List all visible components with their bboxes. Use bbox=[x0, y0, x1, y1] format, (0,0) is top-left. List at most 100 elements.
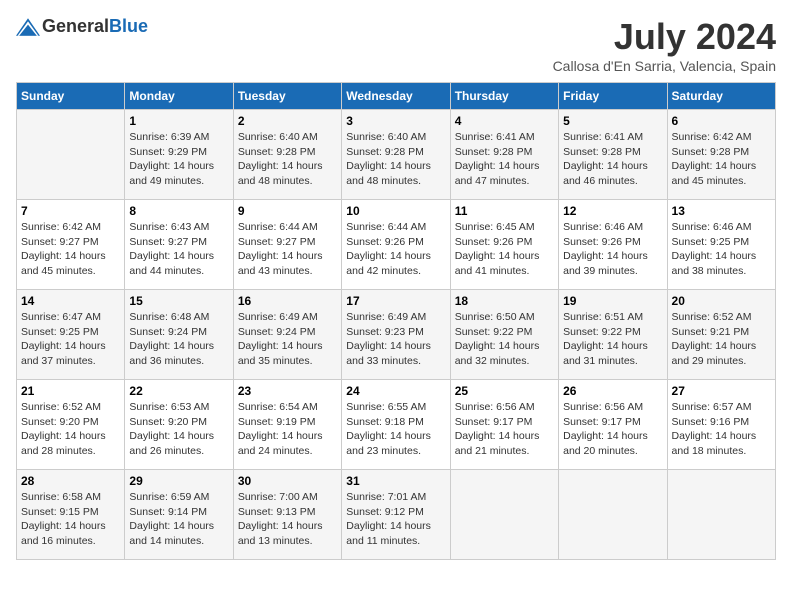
cell-content: Sunrise: 6:42 AMSunset: 9:27 PMDaylight:… bbox=[21, 220, 120, 279]
day-number: 18 bbox=[455, 294, 554, 308]
day-number: 15 bbox=[129, 294, 228, 308]
cell-content: Sunrise: 6:44 AMSunset: 9:27 PMDaylight:… bbox=[238, 220, 337, 279]
calendar-cell bbox=[559, 470, 667, 560]
day-number: 17 bbox=[346, 294, 445, 308]
cell-content: Sunrise: 6:53 AMSunset: 9:20 PMDaylight:… bbox=[129, 400, 228, 459]
cell-content: Sunrise: 6:57 AMSunset: 9:16 PMDaylight:… bbox=[672, 400, 771, 459]
day-number: 9 bbox=[238, 204, 337, 218]
logo: GeneralBlue bbox=[16, 16, 148, 37]
day-number: 5 bbox=[563, 114, 662, 128]
calendar-cell: 20 Sunrise: 6:52 AMSunset: 9:21 PMDayligh… bbox=[667, 290, 775, 380]
cell-content: Sunrise: 6:58 AMSunset: 9:15 PMDaylight:… bbox=[21, 490, 120, 549]
cell-content: Sunrise: 6:56 AMSunset: 9:17 PMDaylight:… bbox=[563, 400, 662, 459]
day-number: 28 bbox=[21, 474, 120, 488]
calendar-cell: 31Sunrise: 7:01 AMSunset: 9:12 PMDayligh… bbox=[342, 470, 450, 560]
calendar-cell bbox=[667, 470, 775, 560]
calendar-week-1: 1 Sunrise: 6:39 AMSunset: 9:29 PMDaylight… bbox=[17, 110, 776, 200]
cell-content: Sunrise: 6:47 AMSunset: 9:25 PMDaylight:… bbox=[21, 310, 120, 369]
calendar-cell: 15 Sunrise: 6:48 AMSunset: 9:24 PMDayligh… bbox=[125, 290, 233, 380]
calendar-cell: 22 Sunrise: 6:53 AMSunset: 9:20 PMDayligh… bbox=[125, 380, 233, 470]
day-header-friday: Friday bbox=[559, 83, 667, 110]
day-number: 11 bbox=[455, 204, 554, 218]
header-row: SundayMondayTuesdayWednesdayThursdayFrid… bbox=[17, 83, 776, 110]
calendar-week-4: 21 Sunrise: 6:52 AMSunset: 9:20 PMDayligh… bbox=[17, 380, 776, 470]
day-number: 4 bbox=[455, 114, 554, 128]
calendar-cell: 1 Sunrise: 6:39 AMSunset: 9:29 PMDaylight… bbox=[125, 110, 233, 200]
calendar-cell: 30 Sunrise: 7:00 AMSunset: 9:13 PMDayligh… bbox=[233, 470, 341, 560]
day-number: 30 bbox=[238, 474, 337, 488]
day-number: 8 bbox=[129, 204, 228, 218]
calendar-cell: 29Sunrise: 6:59 AMSunset: 9:14 PMDayligh… bbox=[125, 470, 233, 560]
logo-icon bbox=[16, 18, 40, 36]
day-header-saturday: Saturday bbox=[667, 83, 775, 110]
day-number: 13 bbox=[672, 204, 771, 218]
calendar-cell: 28 Sunrise: 6:58 AMSunset: 9:15 PMDayligh… bbox=[17, 470, 125, 560]
day-number: 16 bbox=[238, 294, 337, 308]
cell-content: Sunrise: 6:41 AMSunset: 9:28 PMDaylight:… bbox=[455, 130, 554, 189]
day-number: 24 bbox=[346, 384, 445, 398]
calendar-cell: 5Sunrise: 6:41 AMSunset: 9:28 PMDaylight… bbox=[559, 110, 667, 200]
calendar-week-5: 28 Sunrise: 6:58 AMSunset: 9:15 PMDayligh… bbox=[17, 470, 776, 560]
calendar-cell: 16 Sunrise: 6:49 AMSunset: 9:24 PMDayligh… bbox=[233, 290, 341, 380]
day-number: 6 bbox=[672, 114, 771, 128]
day-number: 19 bbox=[563, 294, 662, 308]
calendar-cell: 4 Sunrise: 6:41 AMSunset: 9:28 PMDaylight… bbox=[450, 110, 558, 200]
cell-content: Sunrise: 6:43 AMSunset: 9:27 PMDaylight:… bbox=[129, 220, 228, 279]
cell-content: Sunrise: 6:52 AMSunset: 9:21 PMDaylight:… bbox=[672, 310, 771, 369]
calendar-cell bbox=[450, 470, 558, 560]
day-number: 25 bbox=[455, 384, 554, 398]
day-number: 12 bbox=[563, 204, 662, 218]
calendar-cell: 17Sunrise: 6:49 AMSunset: 9:23 PMDayligh… bbox=[342, 290, 450, 380]
day-number: 3 bbox=[346, 114, 445, 128]
calendar-cell: 21 Sunrise: 6:52 AMSunset: 9:20 PMDayligh… bbox=[17, 380, 125, 470]
month-title: July 2024 bbox=[553, 16, 776, 58]
calendar-cell bbox=[17, 110, 125, 200]
cell-content: Sunrise: 6:52 AMSunset: 9:20 PMDaylight:… bbox=[21, 400, 120, 459]
day-number: 21 bbox=[21, 384, 120, 398]
day-header-wednesday: Wednesday bbox=[342, 83, 450, 110]
calendar-cell: 23 Sunrise: 6:54 AMSunset: 9:19 PMDayligh… bbox=[233, 380, 341, 470]
logo-blue-text: Blue bbox=[109, 16, 148, 37]
calendar-cell: 24 Sunrise: 6:55 AMSunset: 9:18 PMDayligh… bbox=[342, 380, 450, 470]
day-number: 7 bbox=[21, 204, 120, 218]
day-header-thursday: Thursday bbox=[450, 83, 558, 110]
day-header-tuesday: Tuesday bbox=[233, 83, 341, 110]
cell-content: Sunrise: 6:54 AMSunset: 9:19 PMDaylight:… bbox=[238, 400, 337, 459]
day-number: 22 bbox=[129, 384, 228, 398]
calendar-cell: 18 Sunrise: 6:50 AMSunset: 9:22 PMDayligh… bbox=[450, 290, 558, 380]
cell-content: Sunrise: 6:48 AMSunset: 9:24 PMDaylight:… bbox=[129, 310, 228, 369]
calendar-week-3: 14 Sunrise: 6:47 AMSunset: 9:25 PMDayligh… bbox=[17, 290, 776, 380]
day-number: 23 bbox=[238, 384, 337, 398]
day-number: 27 bbox=[672, 384, 771, 398]
calendar-cell: 7 Sunrise: 6:42 AMSunset: 9:27 PMDaylight… bbox=[17, 200, 125, 290]
day-number: 2 bbox=[238, 114, 337, 128]
calendar-cell: 26Sunrise: 6:56 AMSunset: 9:17 PMDayligh… bbox=[559, 380, 667, 470]
cell-content: Sunrise: 6:44 AMSunset: 9:26 PMDaylight:… bbox=[346, 220, 445, 279]
calendar-cell: 3 Sunrise: 6:40 AMSunset: 9:28 PMDaylight… bbox=[342, 110, 450, 200]
calendar-cell: 10 Sunrise: 6:44 AMSunset: 9:26 PMDayligh… bbox=[342, 200, 450, 290]
cell-content: Sunrise: 6:49 AMSunset: 9:24 PMDaylight:… bbox=[238, 310, 337, 369]
cell-content: Sunrise: 6:50 AMSunset: 9:22 PMDaylight:… bbox=[455, 310, 554, 369]
calendar-table: SundayMondayTuesdayWednesdayThursdayFrid… bbox=[16, 82, 776, 560]
day-header-monday: Monday bbox=[125, 83, 233, 110]
day-number: 10 bbox=[346, 204, 445, 218]
cell-content: Sunrise: 6:39 AMSunset: 9:29 PMDaylight:… bbox=[129, 130, 228, 189]
calendar-cell: 2Sunrise: 6:40 AMSunset: 9:28 PMDaylight… bbox=[233, 110, 341, 200]
cell-content: Sunrise: 6:55 AMSunset: 9:18 PMDaylight:… bbox=[346, 400, 445, 459]
day-number: 20 bbox=[672, 294, 771, 308]
cell-content: Sunrise: 6:42 AMSunset: 9:28 PMDaylight:… bbox=[672, 130, 771, 189]
title-area: July 2024 Callosa d'En Sarria, Valencia,… bbox=[553, 16, 776, 74]
day-number: 1 bbox=[129, 114, 228, 128]
day-header-sunday: Sunday bbox=[17, 83, 125, 110]
calendar-cell: 6 Sunrise: 6:42 AMSunset: 9:28 PMDaylight… bbox=[667, 110, 775, 200]
header: GeneralBlue July 2024 Callosa d'En Sarri… bbox=[16, 16, 776, 74]
cell-content: Sunrise: 7:00 AMSunset: 9:13 PMDaylight:… bbox=[238, 490, 337, 549]
location-title: Callosa d'En Sarria, Valencia, Spain bbox=[553, 58, 776, 74]
calendar-cell: 14 Sunrise: 6:47 AMSunset: 9:25 PMDayligh… bbox=[17, 290, 125, 380]
cell-content: Sunrise: 6:40 AMSunset: 9:28 PMDaylight:… bbox=[346, 130, 445, 189]
day-number: 29 bbox=[129, 474, 228, 488]
cell-content: Sunrise: 7:01 AMSunset: 9:12 PMDaylight:… bbox=[346, 490, 445, 549]
calendar-cell: 13Sunrise: 6:46 AMSunset: 9:25 PMDayligh… bbox=[667, 200, 775, 290]
day-number: 14 bbox=[21, 294, 120, 308]
calendar-cell: 12Sunrise: 6:46 AMSunset: 9:26 PMDayligh… bbox=[559, 200, 667, 290]
